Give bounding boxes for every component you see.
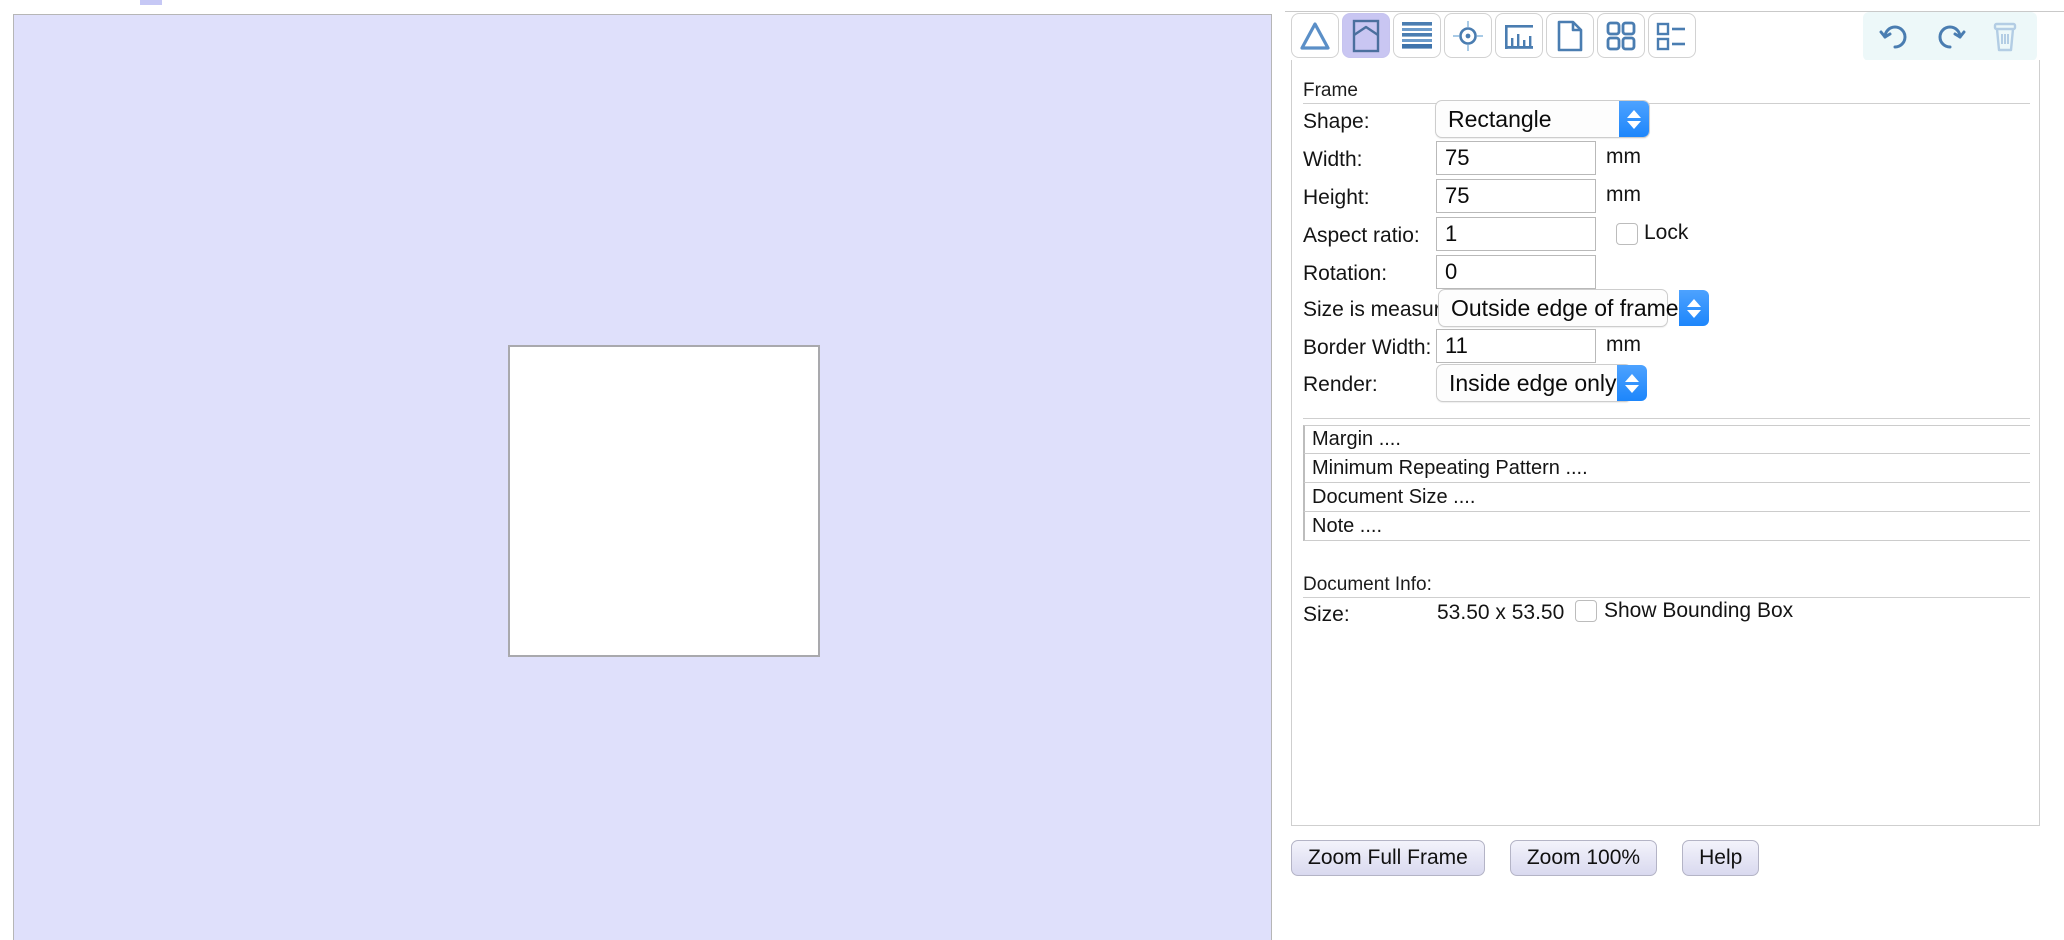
show-bounding-box-label: Show Bounding Box bbox=[1604, 599, 1794, 622]
canvas-top-handle[interactable] bbox=[140, 0, 162, 5]
zoom-100-button[interactable]: Zoom 100% bbox=[1509, 840, 1658, 876]
aspect-ratio-lock-label: Lock bbox=[1644, 221, 1689, 244]
list-tool-icon[interactable] bbox=[1648, 13, 1696, 58]
canvas-frame-shape[interactable] bbox=[508, 345, 820, 657]
width-label-row: Width: bbox=[1303, 143, 1363, 177]
design-canvas[interactable] bbox=[13, 14, 1272, 940]
border-width-label-row: Border Width: bbox=[1303, 331, 1431, 365]
properties-panel: Frame Shape: Rectangle Width: mm Height: bbox=[1285, 0, 2064, 940]
border-width-input[interactable] bbox=[1436, 329, 1596, 363]
canvas-top-gap bbox=[0, 0, 1272, 13]
frame-properties-card: Frame Shape: Rectangle Width: mm Height: bbox=[1291, 60, 2040, 826]
zoom-full-frame-button[interactable]: Zoom Full Frame bbox=[1291, 840, 1485, 876]
help-button[interactable]: Help bbox=[1682, 840, 1760, 876]
height-label: Height: bbox=[1303, 186, 1370, 209]
disclosure-top-divider bbox=[1303, 418, 2030, 419]
height-label-row: Height: bbox=[1303, 181, 1370, 215]
frame-section-divider bbox=[1303, 103, 2030, 104]
panel-button-bar: Zoom Full Frame Zoom 100% Help bbox=[1291, 840, 1760, 876]
render-select-value: Inside edge only bbox=[1449, 369, 1617, 396]
document-size-label-row: Size: bbox=[1303, 598, 1350, 632]
document-size-label: Size: bbox=[1303, 603, 1350, 626]
render-select[interactable]: Inside edge only bbox=[1436, 364, 1647, 402]
size-measured-select-value: Outside edge of frame bbox=[1451, 294, 1679, 321]
shape-label-row: Shape: bbox=[1303, 105, 1370, 139]
chart-tool-icon[interactable] bbox=[1495, 13, 1543, 58]
stripes-tool-icon[interactable] bbox=[1393, 13, 1441, 58]
margin-disclosure-row[interactable]: Margin .... bbox=[1303, 425, 2030, 454]
toolbar-action-group bbox=[1863, 12, 2037, 61]
grid-tool-icon[interactable] bbox=[1597, 13, 1645, 58]
render-label: Render: bbox=[1303, 373, 1378, 396]
triangle-tool-icon[interactable] bbox=[1291, 13, 1339, 58]
margin-disclosure-label: Margin .... bbox=[1312, 428, 1401, 450]
document-info-title: Document Info: bbox=[1303, 574, 1432, 595]
width-unit: mm bbox=[1606, 145, 1641, 168]
chevron-updown-icon bbox=[1619, 101, 1649, 137]
document-size-value: 53.50 x 53.50 bbox=[1437, 601, 1565, 624]
height-input[interactable] bbox=[1436, 179, 1596, 213]
toolbar bbox=[1285, 12, 2064, 61]
aspect-ratio-label-row: Aspect ratio: bbox=[1303, 219, 1420, 253]
width-label: Width: bbox=[1303, 148, 1363, 171]
minimum-repeating-pattern-disclosure-label: Minimum Repeating Pattern .... bbox=[1312, 456, 1588, 479]
aspect-ratio-input[interactable] bbox=[1436, 217, 1596, 251]
app-window: Frame Shape: Rectangle Width: mm Height: bbox=[0, 0, 2064, 940]
note-disclosure-row[interactable]: Note .... bbox=[1303, 512, 2030, 541]
rotation-input[interactable] bbox=[1436, 255, 1596, 289]
width-input[interactable] bbox=[1436, 141, 1596, 175]
show-bounding-box-checkbox[interactable] bbox=[1575, 600, 1597, 622]
border-width-unit: mm bbox=[1606, 333, 1641, 356]
document-info-divider bbox=[1303, 597, 2030, 598]
rotation-label: Rotation: bbox=[1303, 262, 1388, 285]
document-size-disclosure-row[interactable]: Document Size .... bbox=[1303, 483, 2030, 512]
note-disclosure-label: Note .... bbox=[1312, 514, 1383, 537]
size-measured-select[interactable]: Outside edge of frame bbox=[1438, 289, 1709, 327]
toolbar-tool-group bbox=[1291, 13, 1696, 58]
height-unit: mm bbox=[1606, 183, 1641, 206]
frame-tool-icon[interactable] bbox=[1342, 13, 1390, 58]
zoom-full-frame-label: Zoom Full Frame bbox=[1308, 846, 1468, 869]
document-size-disclosure-label: Document Size .... bbox=[1312, 485, 1476, 508]
trash-icon[interactable] bbox=[1979, 14, 2031, 59]
chevron-updown-icon bbox=[1678, 290, 1709, 326]
zoom-100-label: Zoom 100% bbox=[1526, 846, 1641, 869]
aspect-ratio-lock-checkbox[interactable] bbox=[1616, 223, 1638, 245]
document-tool-icon[interactable] bbox=[1546, 13, 1594, 58]
redo-icon[interactable] bbox=[1924, 14, 1976, 59]
shape-label: Shape: bbox=[1303, 110, 1370, 133]
border-width-label: Border Width: bbox=[1303, 336, 1432, 359]
undo-icon[interactable] bbox=[1869, 14, 1921, 59]
render-label-row: Render: bbox=[1303, 368, 1378, 402]
shape-select[interactable]: Rectangle bbox=[1435, 100, 1650, 138]
rotation-label-row: Rotation: bbox=[1303, 257, 1387, 291]
help-label: Help bbox=[1699, 846, 1743, 869]
target-tool-icon[interactable] bbox=[1444, 13, 1492, 58]
frame-section-title: Frame bbox=[1303, 80, 1358, 101]
minimum-repeating-pattern-disclosure-row[interactable]: Minimum Repeating Pattern .... bbox=[1303, 454, 2030, 483]
chevron-updown-icon bbox=[1616, 365, 1647, 401]
aspect-ratio-label: Aspect ratio: bbox=[1303, 224, 1420, 247]
shape-select-value: Rectangle bbox=[1448, 105, 1552, 132]
